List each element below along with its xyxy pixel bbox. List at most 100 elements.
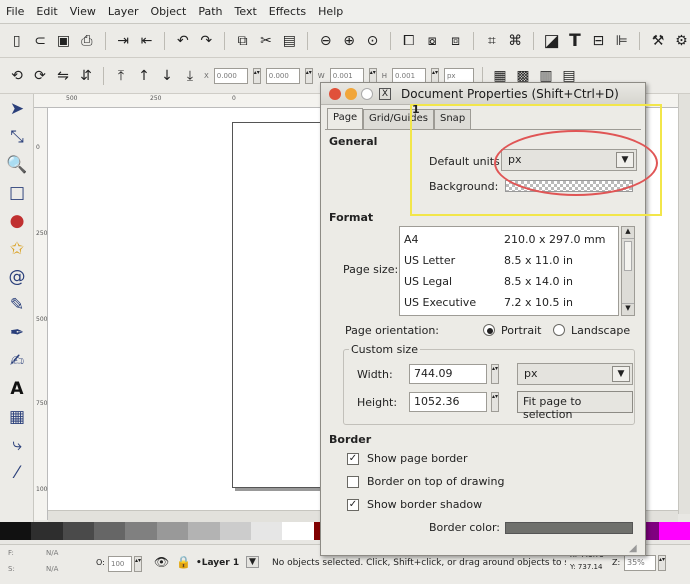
swatch[interactable] — [658, 522, 690, 540]
dialog-titlebar[interactable]: X Document Properties (Shift+Ctrl+D) — [321, 83, 645, 105]
page-area[interactable] — [232, 122, 328, 488]
maximize-window-icon[interactable] — [361, 87, 373, 100]
align-distribute-icon[interactable]: ⊫ — [613, 32, 630, 50]
show-border-label[interactable]: Show page border — [367, 452, 467, 465]
selector-tool-icon[interactable]: ➤ — [3, 96, 31, 122]
show-border-checkbox[interactable]: ✓ — [347, 453, 359, 465]
print-icon[interactable]: ⎙ — [78, 32, 95, 50]
border-on-top-checkbox[interactable] — [347, 476, 359, 488]
menu-edit[interactable]: Edit — [36, 5, 57, 18]
swatch[interactable] — [188, 522, 220, 540]
menu-view[interactable]: View — [70, 5, 96, 18]
node-tool-icon[interactable]: ⤡ — [3, 124, 31, 150]
portrait-radio[interactable] — [483, 324, 495, 336]
width-spin-button[interactable]: ▴▾ — [491, 364, 499, 384]
zoom-field[interactable]: 35% — [624, 555, 656, 571]
fill-stroke-icon[interactable]: ◪ — [543, 31, 560, 51]
cut-icon[interactable]: ✂ — [257, 32, 274, 50]
ellipse-tool-icon[interactable]: ● — [3, 208, 31, 234]
save-icon[interactable]: ▣ — [55, 32, 72, 50]
rotate-ccw-icon[interactable]: ⟲ — [8, 67, 26, 85]
layer-lock-icon[interactable]: 🔒 — [176, 555, 191, 569]
size-units-select[interactable]: px ▼ — [517, 363, 633, 385]
calligraphy-tool-icon[interactable]: ✍ — [3, 348, 31, 374]
list-item[interactable]: US Legal 8.5 x 14.0 in — [400, 271, 618, 292]
layer-visibility-icon[interactable]: 👁 — [154, 555, 169, 569]
preferences-icon[interactable]: ⚒ — [649, 32, 666, 50]
spiral-tool-icon[interactable]: @ — [3, 264, 31, 290]
x-input[interactable]: 0.000 — [213, 67, 248, 84]
height-input[interactable]: 1052.36 — [409, 392, 487, 412]
group-icon[interactable]: ⌗ — [483, 32, 500, 50]
zoom-tool-icon[interactable]: 🔍 — [3, 152, 31, 178]
tab-page[interactable]: Page — [327, 108, 364, 130]
duplicate-icon[interactable]: ⧠ — [400, 32, 417, 50]
swatch[interactable] — [219, 522, 251, 540]
scroll-thumb[interactable] — [624, 241, 632, 271]
opacity-spin-button[interactable]: ▴▾ — [134, 556, 142, 572]
list-item[interactable]: US Executive 7.2 x 10.5 in — [400, 292, 618, 313]
menu-effects[interactable]: Effects — [269, 5, 306, 18]
swatch[interactable] — [0, 522, 32, 540]
dropper-tool-icon[interactable]: ⁄ — [3, 460, 31, 486]
portrait-label[interactable]: Portrait — [501, 324, 541, 337]
list-item[interactable]: US Letter 8.5 x 11.0 in — [400, 250, 618, 271]
raise-icon[interactable]: ↑ — [135, 67, 153, 85]
landscape-radio[interactable] — [553, 324, 565, 336]
export-icon[interactable]: ⇤ — [138, 32, 155, 50]
height-spin-button[interactable]: ▴▾ — [491, 392, 499, 412]
chevron-up-icon[interactable]: ▲ — [622, 227, 634, 239]
swatch[interactable] — [156, 522, 189, 540]
swatch[interactable] — [125, 522, 157, 540]
undo-icon[interactable]: ↶ — [174, 32, 191, 50]
new-document-icon[interactable]: ▯ — [8, 32, 25, 50]
menu-text[interactable]: Text — [235, 5, 257, 18]
resize-grip-icon[interactable]: ◢ — [629, 543, 637, 554]
list-item[interactable]: A4 210.0 x 297.0 mm — [400, 229, 618, 250]
pencil-tool-icon[interactable]: ✎ — [3, 292, 31, 318]
y-spin-button[interactable]: ▴▾ — [304, 67, 313, 84]
copy-icon[interactable]: ⧉ — [234, 32, 251, 50]
gradient-tool-icon[interactable]: ▦ — [3, 404, 31, 430]
flip-vertical-icon[interactable]: ⇵ — [77, 67, 95, 85]
layer-dropdown-arrow-icon[interactable]: ▼ — [246, 556, 259, 568]
zoom-selection-icon[interactable]: ⊖ — [317, 32, 334, 50]
opacity-input[interactable]: 100 — [108, 556, 132, 572]
menu-layer[interactable]: Layer — [108, 5, 139, 18]
rotate-cw-icon[interactable]: ⟳ — [31, 67, 49, 85]
text-tool-icon[interactable]: A — [3, 376, 31, 402]
chevron-down-icon[interactable]: ▼ — [622, 303, 634, 315]
fit-page-button[interactable]: Fit page to selection — [517, 391, 633, 421]
lower-bottom-icon[interactable]: ⤓ — [181, 67, 199, 85]
text-font-icon[interactable]: T — [566, 31, 583, 51]
swatch[interactable] — [62, 522, 95, 540]
connector-tool-icon[interactable]: ⤷ — [3, 432, 31, 458]
raise-top-icon[interactable]: ⤒ — [112, 67, 130, 85]
star-tool-icon[interactable]: ✩ — [3, 236, 31, 262]
page-size-scrollbar[interactable]: ▲ ▼ — [621, 226, 635, 316]
width-input[interactable]: 744.09 — [409, 364, 487, 384]
pen-tool-icon[interactable]: ✒ — [3, 320, 31, 346]
open-folder-icon[interactable]: ⊂ — [31, 32, 48, 50]
current-layer[interactable]: •Layer 1 — [196, 558, 239, 568]
border-color-swatch[interactable] — [505, 522, 633, 534]
swatch[interactable] — [250, 522, 283, 540]
show-shadow-checkbox[interactable]: ✓ — [347, 499, 359, 511]
stroke-indicator[interactable]: N/A — [46, 565, 58, 573]
menu-help[interactable]: Help — [318, 5, 343, 18]
menu-path[interactable]: Path — [198, 5, 222, 18]
clone-icon[interactable]: ⧇ — [423, 32, 440, 50]
paste-icon[interactable]: ▤ — [281, 32, 298, 50]
x-spin-button[interactable]: ▴▾ — [252, 67, 261, 84]
swatch[interactable] — [282, 522, 314, 540]
show-shadow-label[interactable]: Show border shadow — [367, 498, 482, 511]
close-window-icon[interactable] — [329, 87, 341, 100]
lower-icon[interactable]: ↓ — [158, 67, 176, 85]
flip-horizontal-icon[interactable]: ⇋ — [54, 67, 72, 85]
unlink-clone-icon[interactable]: ⧈ — [447, 32, 464, 50]
fill-indicator[interactable]: N/A — [46, 549, 58, 557]
border-on-top-label[interactable]: Border on top of drawing — [367, 475, 504, 488]
landscape-label[interactable]: Landscape — [571, 324, 630, 337]
minimize-window-icon[interactable] — [345, 87, 357, 100]
menu-file[interactable]: File — [6, 5, 24, 18]
